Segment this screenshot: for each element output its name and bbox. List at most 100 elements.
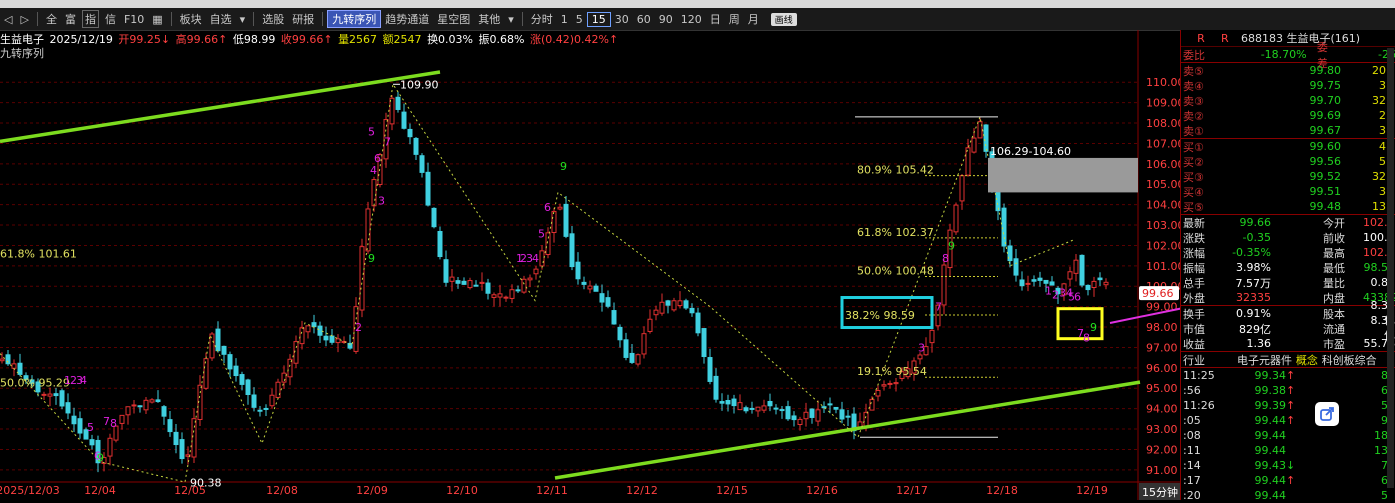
period-1[interactable]: 1 (557, 13, 572, 26)
toolbar-item-info[interactable]: 信 (101, 11, 120, 27)
candle (635, 354, 641, 365)
stat-value: 7.57万 (1235, 276, 1272, 290)
chevron-down-icon[interactable]: ▾ (504, 13, 518, 26)
toolbar-item-research[interactable]: 研报 (288, 11, 318, 27)
back-icon[interactable]: ◁ (0, 13, 16, 26)
sell-row[interactable]: 卖① 99.67 3 (1181, 123, 1395, 138)
period-60[interactable]: 60 (633, 13, 655, 26)
candle (545, 232, 551, 256)
toolbar-item-other[interactable]: 其他 (474, 11, 504, 27)
panel-scrollbar[interactable] (1387, 48, 1394, 488)
tick-volume: 5 (1381, 489, 1388, 502)
sequence-label: 5 (87, 421, 94, 434)
sell-row[interactable]: 卖⑤ 99.80 20 (1181, 63, 1395, 78)
forward-icon[interactable]: ▷ (16, 13, 32, 26)
candle (275, 381, 281, 398)
candle (869, 398, 875, 411)
buy-row[interactable]: 买① 99.60 4 (1181, 139, 1395, 154)
stat-value: -0.35% (1232, 246, 1271, 259)
header-mark: R (1197, 31, 1205, 45)
period-120[interactable]: 120 (677, 13, 706, 26)
share-icon[interactable] (1315, 402, 1339, 426)
candle (845, 415, 851, 418)
tick-volume: 6 (1381, 384, 1388, 397)
price-zone-label: 106.29-104.60 (990, 145, 1071, 158)
candle (701, 328, 707, 358)
period-week[interactable]: 周 (725, 11, 744, 27)
candle (893, 382, 899, 385)
period-5[interactable]: 5 (572, 13, 587, 26)
sell-row[interactable]: 卖③ 99.70 32 (1181, 93, 1395, 108)
toolbar-item-fu[interactable]: 富 (61, 11, 80, 27)
stat-value: 32335 (1236, 291, 1271, 304)
stat-row: 总手 7.57万 量比 0.82 (1181, 275, 1395, 290)
candle (827, 403, 833, 406)
toolbar-item-nine-turn[interactable]: 九转序列 (327, 10, 382, 28)
candle (515, 289, 521, 292)
period-30[interactable]: 30 (611, 13, 633, 26)
tick-price: 99.44 (1254, 474, 1287, 487)
candle (329, 335, 335, 343)
period-month[interactable]: 月 (744, 11, 763, 27)
tick-price: 99.34 (1254, 369, 1287, 382)
sell-row[interactable]: 卖④ 99.75 3 (1181, 78, 1395, 93)
toolbar-item-watchlist[interactable]: 自选 (206, 11, 236, 27)
x-tick-label: 12/17 (896, 484, 928, 497)
toolbar-item-screener[interactable]: 选股 (258, 11, 288, 27)
candle (875, 389, 881, 397)
period-15[interactable]: 15 (586, 11, 611, 27)
candle (629, 352, 635, 363)
toolbar-item-star-map[interactable]: 星空图 (433, 11, 474, 27)
buy-row[interactable]: 买④ 99.51 3 (1181, 184, 1395, 199)
candle (551, 210, 557, 234)
sell-price: 99.69 (1309, 109, 1342, 122)
candle (191, 418, 197, 458)
fib-label: 61.8% 102.37 (857, 226, 934, 239)
buy-row[interactable]: 买③ 99.52 32 (1181, 169, 1395, 184)
candle (521, 278, 527, 293)
period-90[interactable]: 90 (655, 13, 677, 26)
stat-row: 振幅 3.98% 最低 98.51 (1181, 260, 1395, 275)
buy-row[interactable]: 买⑤ 99.48 13 (1181, 199, 1395, 214)
candle (743, 407, 749, 412)
tick-volume: 9 (1381, 414, 1388, 427)
grid-icon[interactable]: ▦ (148, 13, 166, 26)
x-tick-label: 12/08 (266, 484, 298, 497)
candle (1067, 271, 1073, 280)
y-tick-label: 104.00 (1146, 199, 1180, 212)
toolbar-item-sector[interactable]: 板块 (176, 11, 206, 27)
toolbar-item-trend-channel[interactable]: 趋势通道 (381, 11, 433, 27)
stat-label: 振幅 (1183, 261, 1205, 275)
sell-volume: 3 (1379, 124, 1386, 137)
candle (359, 246, 365, 311)
period-intraday[interactable]: 分时 (527, 11, 557, 27)
sequence-label: 8 (110, 417, 117, 430)
candle (719, 401, 725, 404)
candle (425, 171, 431, 206)
x-tick-label: 12/18 (986, 484, 1018, 497)
toolbar-item-index[interactable]: 指 (81, 10, 99, 28)
sequence-label: 4 (80, 374, 87, 387)
chevron-down-icon[interactable]: ▾ (236, 13, 250, 26)
candle (959, 175, 965, 202)
buy-row[interactable]: 买② 99.56 5 (1181, 154, 1395, 169)
buy-volume: 32 (1372, 170, 1386, 183)
info-high: 高99.66↑ (175, 33, 228, 45)
toolbar-item-all[interactable]: 全 (42, 11, 61, 27)
candle (593, 285, 599, 292)
tick-volume: 18 (1374, 429, 1388, 442)
candle (299, 327, 305, 345)
fib-label: 19.1% 95.54 (857, 365, 927, 378)
buy-volume: 5 (1379, 155, 1386, 168)
candle (941, 264, 947, 306)
period-day[interactable]: 日 (706, 11, 725, 27)
toolbar-item-f10[interactable]: F10 (120, 13, 148, 26)
sell-label: 卖③ (1183, 94, 1204, 108)
candlestick-chart[interactable]: 91.00 92.00 93.00 94.00 95.00 96.00 97.00 98.00… (0, 30, 1180, 500)
sell-row[interactable]: 卖② 99.69 2 (1181, 108, 1395, 123)
candle (1091, 280, 1097, 289)
buy-price: 99.52 (1309, 170, 1342, 183)
draw-line-button[interactable]: 画线 (770, 12, 797, 26)
candle (401, 111, 407, 129)
stat-row: 市值829亿流通8.32亿 (1181, 314, 1395, 342)
